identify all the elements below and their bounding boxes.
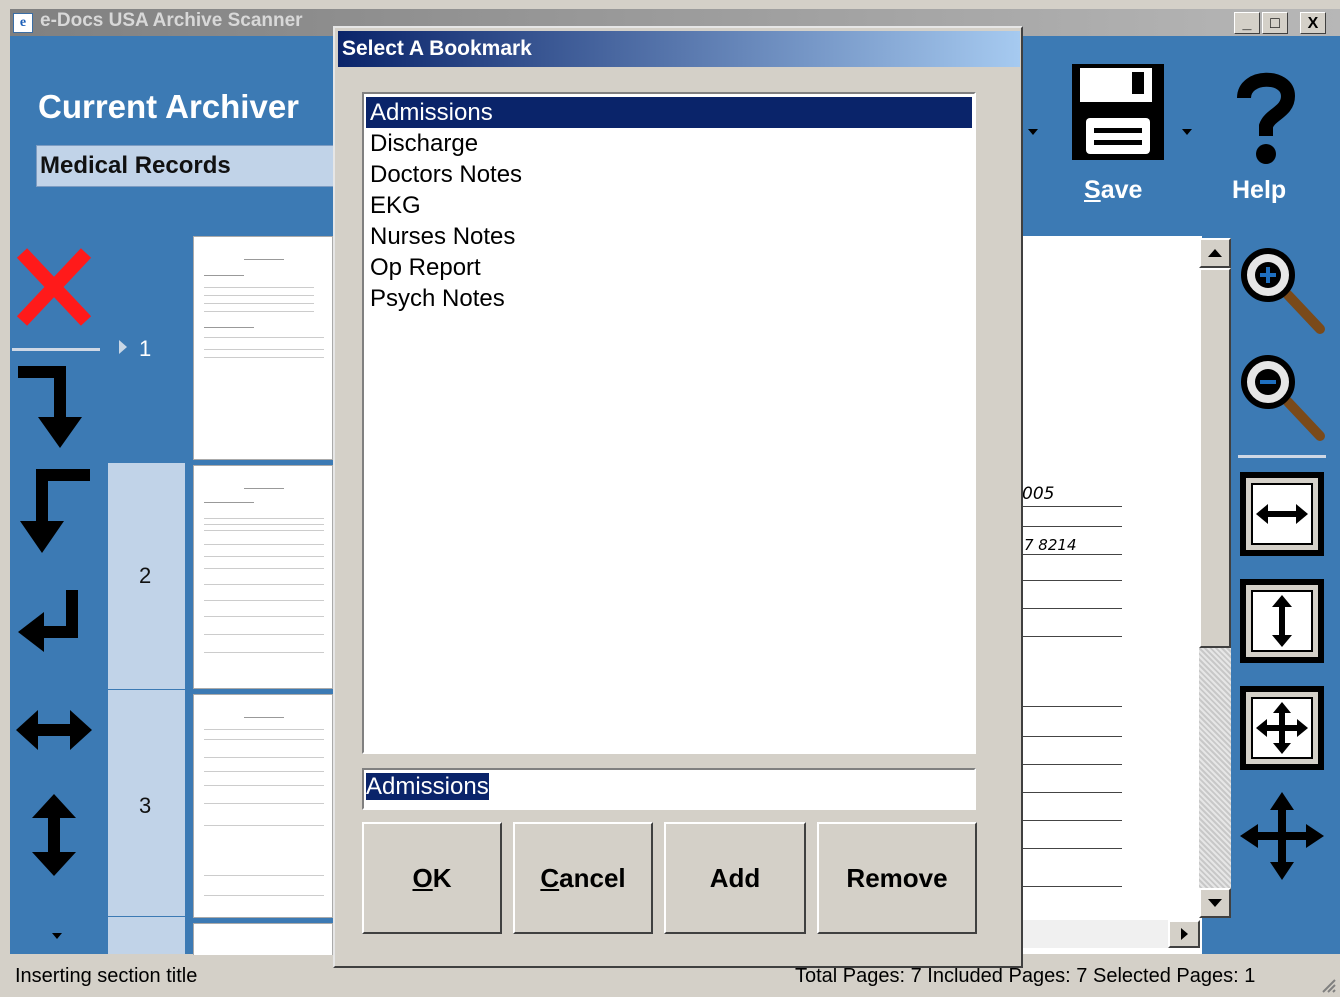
zoom-in-icon[interactable]: [1238, 245, 1326, 335]
bookmark-item[interactable]: EKG: [366, 190, 972, 221]
add-button[interactable]: Add: [664, 822, 806, 934]
page-thumbnail[interactable]: [193, 694, 333, 918]
remove-button[interactable]: Remove: [817, 822, 977, 934]
bookmark-item[interactable]: Op Report: [366, 252, 972, 283]
scroll-thumb[interactable]: [1199, 268, 1231, 648]
row-number: 2: [139, 563, 152, 588]
app-icon: e: [13, 13, 33, 33]
page-thumbnail[interactable]: [193, 923, 333, 956]
dropdown-arrow-icon[interactable]: [1022, 125, 1044, 139]
select-bookmark-dialog: Select A Bookmark Admissions Discharge D…: [333, 26, 1023, 968]
window-title: e-Docs USA Archive Scanner: [40, 10, 303, 31]
selected-text: Admissions: [366, 773, 489, 800]
current-archiver-label: Current Archiver: [38, 88, 300, 125]
document-text: 005: [1022, 484, 1055, 504]
horizontal-scrollbar[interactable]: [1022, 920, 1200, 948]
cancel-button[interactable]: Cancel: [513, 822, 653, 934]
swap-vertical-icon[interactable]: [12, 790, 96, 880]
minimize-button[interactable]: _: [1234, 12, 1260, 34]
document-viewer[interactable]: 005 7 8214: [1022, 236, 1202, 954]
delete-icon[interactable]: [12, 245, 96, 329]
row-number: 3: [139, 793, 152, 818]
bookmark-listbox[interactable]: Admissions Discharge Doctors Notes EKG N…: [362, 92, 976, 754]
fit-height-icon[interactable]: [1238, 577, 1326, 665]
swap-horizontal-icon[interactable]: [12, 700, 96, 760]
scroll-right-button[interactable]: [1168, 920, 1200, 948]
insert-before-arrow-icon[interactable]: [12, 465, 96, 557]
save-floppy-icon[interactable]: [1070, 62, 1166, 162]
bookmark-item[interactable]: Nurses Notes: [366, 221, 972, 252]
right-arrow-icon: [1181, 928, 1188, 940]
scroll-down-icon[interactable]: [50, 928, 64, 942]
return-arrow-icon[interactable]: [12, 582, 96, 662]
page-thumbnail[interactable]: [193, 236, 333, 460]
thumbnail-row[interactable]: [108, 917, 185, 954]
bookmark-name-input[interactable]: Admissions: [362, 768, 976, 810]
scroll-down-button[interactable]: [1199, 888, 1231, 918]
maximize-button[interactable]: □: [1262, 12, 1288, 34]
dialog-title[interactable]: Select A Bookmark: [338, 31, 1020, 67]
thumbnail-row[interactable]: 2: [108, 463, 185, 689]
vertical-scrollbar[interactable]: [1199, 238, 1231, 918]
help-button-label[interactable]: Help: [1232, 176, 1286, 205]
scroll-up-button[interactable]: [1199, 238, 1231, 268]
status-message: Inserting section title: [15, 965, 198, 987]
row-number: 1: [139, 336, 152, 361]
close-button[interactable]: X: [1300, 12, 1326, 34]
insert-after-arrow-icon[interactable]: [12, 362, 96, 452]
left-separator: [12, 348, 100, 351]
archiver-select[interactable]: Medical Records: [36, 145, 336, 187]
fit-page-icon[interactable]: [1238, 684, 1326, 772]
thumbnail-row[interactable]: 3: [108, 690, 185, 916]
bookmark-item[interactable]: Doctors Notes: [366, 159, 972, 190]
document-text: 7 8214: [1024, 536, 1077, 554]
save-button-label[interactable]: Save: [1084, 176, 1142, 205]
up-arrow-icon: [1208, 249, 1222, 257]
pan-move-icon[interactable]: [1238, 790, 1326, 882]
ok-button[interactable]: OK: [362, 822, 502, 934]
current-row-marker-icon: [119, 340, 127, 354]
zoom-out-icon[interactable]: [1238, 352, 1326, 442]
down-arrow-icon: [1208, 899, 1222, 907]
fit-width-icon[interactable]: [1238, 470, 1326, 558]
page-counts: Total Pages: 7 Included Pages: 7 Selecte…: [795, 965, 1256, 987]
right-separator: [1238, 455, 1326, 458]
help-question-icon[interactable]: [1236, 70, 1296, 166]
page-thumbnail[interactable]: [193, 465, 333, 689]
bookmark-item[interactable]: Admissions: [366, 97, 972, 128]
thumbnail-row[interactable]: 1: [108, 236, 185, 462]
save-dropdown-arrow-icon[interactable]: [1176, 125, 1198, 139]
bookmark-item[interactable]: Discharge: [366, 128, 972, 159]
bookmark-item[interactable]: Psych Notes: [366, 283, 972, 314]
resize-grip-icon[interactable]: [1320, 977, 1336, 993]
